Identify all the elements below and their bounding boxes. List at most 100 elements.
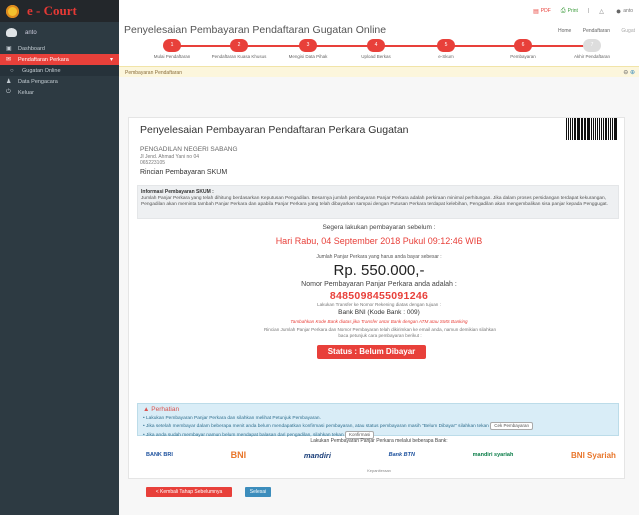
logout-icon: ⏻ (6, 89, 11, 95)
barcode-stripe (593, 118, 594, 140)
step-1: 1 Mulai Pendaftaran (142, 39, 202, 59)
barcode-stripe (601, 118, 603, 140)
payment-number: 8485098455091246 (329, 290, 429, 302)
alert-title-label: Perhatian (151, 406, 180, 413)
barcode-stripe (597, 118, 598, 140)
barcode-stripe (591, 118, 593, 140)
barcode-stripe (570, 118, 571, 140)
amount-label: Jumlah Panjar Perkara yang harus anda ba… (316, 254, 442, 260)
bank-bri-logo: BANK BRI (146, 452, 173, 458)
bank-bni-logo: BNI (230, 450, 247, 460)
alert-text: Lakukan Pembayaran Panjar Perkara dan si… (146, 415, 321, 421)
breadcrumb-home[interactable]: Home (558, 28, 571, 34)
transfer-label: Lakukan Transfer ke Nomor Rekening diata… (317, 302, 441, 307)
notification-button[interactable]: △ (599, 8, 606, 15)
barcode-image (566, 118, 618, 140)
bank-bni-syariah-logo: BNI Syariah (571, 450, 616, 460)
folder-icon: ✉ (6, 57, 12, 63)
bank-mandiri-syariah-logo: mandiri syariah (472, 452, 514, 458)
back-button[interactable]: < Kembali Tahap Sebelumnya (146, 487, 232, 497)
info-title: Informasi Pembayaran SKUM : (141, 189, 214, 195)
sidebar-item-dashboard[interactable]: ▣ Dashboard (0, 43, 119, 54)
step-label: Akhir Pendaftaran (573, 54, 611, 59)
breadcrumb: Home Pendaftaran Gugat (548, 28, 635, 34)
alert-text: Jika anda sudah membayar namun belum men… (146, 432, 344, 438)
bank-name: Bank BNI (Kode Bank : 009) (338, 309, 420, 316)
step-2: 2 Pendaftaran Kuasa Khusus (209, 39, 269, 59)
info-text: Jumlah Panjar Perkara yang telah dihitun… (141, 196, 608, 208)
court-phone: 065223105 (140, 160, 166, 167)
print-icon: ⎙ (560, 7, 566, 14)
attention-alert: ▲ Perhatian • Lakukan Pembayaran Panjar … (137, 403, 619, 439)
bank-code-note: Tambahkan Kode Bank diatas jika Transfer… (290, 319, 468, 324)
user-panel[interactable]: anto (0, 22, 119, 43)
barcode-stripe (567, 118, 570, 140)
step-label: Mengisi Data Pihak (288, 54, 328, 59)
barcode-stripe (584, 118, 586, 140)
step-label: e-Skum (438, 54, 454, 59)
step-dot: 1 (163, 39, 181, 52)
step-4: 4 Upload Berkas (346, 39, 406, 59)
pdf-label: PDF (540, 8, 551, 14)
info-box: Informasi Pembayaran SKUM : Jumlah Panja… (137, 185, 619, 219)
pdf-button[interactable]: ▤ PDF (533, 8, 551, 15)
collapse-icon[interactable]: ⊖ (623, 70, 628, 76)
barcode-stripe (576, 118, 578, 140)
sidebar-item-gugatan-online[interactable]: ○ Gugatan Online (0, 65, 119, 76)
step-label: Mulai Pendaftaran (153, 54, 191, 59)
barcode-stripe (580, 118, 582, 140)
sidebar: e - Court anto ▣ Dashboard ✉ Pendaftaran… (0, 0, 119, 515)
barcode-stripe (607, 118, 609, 140)
step-label: Pembayaran (510, 54, 536, 59)
sidebar-item-label: Dashboard (18, 45, 45, 52)
deadline-label: Segera lakukan pembayaran sebelum : (322, 224, 436, 231)
barcode-stripe (612, 118, 613, 140)
user-menu[interactable]: ● anto (616, 6, 633, 16)
amount-value: Rp. 550.000,- (333, 262, 425, 279)
barcode-stripe (594, 118, 597, 140)
barcode-stripe (603, 118, 604, 140)
alert-line-2: • Jika setelah membayar dalam beberapa m… (143, 422, 613, 431)
sidebar-item-label: Keluar (18, 89, 34, 96)
sidebar-item-pendaftaran[interactable]: ✉ Pendaftaran Perkara ▾ (0, 54, 119, 65)
cek-pembayaran-button[interactable]: Cek Pembayaran (490, 422, 533, 431)
email-note: Rincian Jumlah Panjar Perkara dan Nomor … (263, 327, 497, 338)
step-dot: 5 (437, 39, 455, 52)
panel-heading-label: Pembayaran Pendaftaran (125, 69, 182, 76)
user-name: anto (25, 29, 37, 36)
wizard-steps: 1 Mulai Pendaftaran 2 Pendaftaran Kuasa … (119, 38, 639, 66)
bank-btn-logo: Bank BTN (388, 452, 415, 458)
sidebar-item-label: Pendaftaran Perkara (18, 56, 69, 63)
alert-text: Jika setelah membayar dalam beberapa men… (146, 424, 489, 430)
chevron-down-icon: ▾ (109, 57, 113, 63)
card-title: Penyelesaian Pembayaran Pendaftaran Perk… (140, 124, 409, 136)
user-menu-label: anto (623, 8, 633, 14)
refresh-icon[interactable]: ⊕ (630, 70, 635, 76)
footer-note: Kepaniteraan (367, 468, 391, 473)
status-badge: Status : Belum Dibayar (317, 345, 426, 359)
print-button[interactable]: ⎙ Print (561, 8, 578, 15)
sidebar-item-data-pengacara[interactable]: ♟ Data Pengacara (0, 76, 119, 87)
finish-button[interactable]: Selesai (245, 487, 271, 497)
top-bar: ▤ PDF ⎙ Print | △ ● anto (119, 0, 639, 23)
court-logo-icon (6, 4, 19, 18)
step-dot: 3 (299, 39, 317, 52)
step-label: Pendaftaran Kuasa Khusus (211, 54, 267, 59)
breadcrumb-current: Gugat (621, 28, 635, 34)
print-label: Print (567, 8, 578, 14)
page-title: Penyelesaian Pembayaran Pendaftaran Guga… (124, 24, 387, 36)
step-dot: 6 (514, 39, 532, 52)
barcode-stripe (571, 118, 573, 140)
sidebar-item-label: Data Pengacara (18, 78, 58, 85)
logo-bar: e - Court (0, 0, 119, 22)
breadcrumb-pendaftaran[interactable]: Pendaftaran (583, 28, 610, 34)
bell-icon: △ (599, 8, 604, 15)
banks-title: Lakukan Pembayaran Panjar Perkara melalu… (310, 438, 448, 444)
avatar (6, 28, 17, 37)
barcode-stripe (578, 118, 580, 140)
sidebar-item-keluar[interactable]: ⏻ Keluar (0, 87, 119, 98)
barcode-stripe (586, 118, 588, 140)
step-dot: 2 (230, 39, 248, 52)
rincian-heading: Rincian Pembayaran SKUM (140, 169, 228, 176)
barcode-stripe (598, 118, 601, 140)
